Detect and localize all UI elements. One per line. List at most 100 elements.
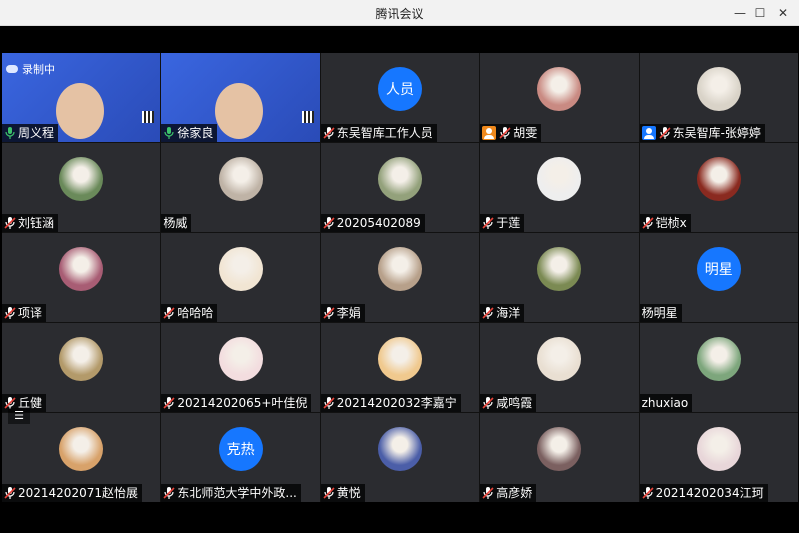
participant-tile[interactable]: 胡雯 [480, 53, 639, 142]
mic-muted-icon [482, 397, 494, 409]
participant-tile[interactable]: 于莲 [480, 143, 639, 232]
participant-tile[interactable]: 铠桢x [639, 143, 798, 232]
avatar [537, 336, 582, 381]
participant-name: 杨威 [163, 216, 188, 230]
participant-tile[interactable]: 20214202032李嘉宁 [320, 323, 480, 412]
mic-muted-icon [482, 487, 494, 499]
participant-tile[interactable]: 咸鸣霞 [480, 323, 639, 412]
participant-name-label: 杨明星 [639, 304, 682, 322]
avatar [696, 336, 741, 381]
mic-muted-icon [163, 487, 175, 499]
participant-tile[interactable]: 项译 [2, 233, 161, 322]
participant-name-label: 高彦娇 [480, 484, 537, 502]
participant-tile[interactable]: 高彦娇 [480, 413, 639, 502]
participant-name: 杨明星 [641, 306, 678, 320]
avatar [377, 426, 422, 471]
participant-tile[interactable]: 东吴智库-张婷婷 [639, 53, 798, 142]
mic-muted-icon [323, 127, 335, 139]
avatar [696, 426, 741, 471]
host-icon [482, 126, 497, 140]
participant-name-label: 于莲 [480, 214, 525, 232]
participant-tile[interactable]: 克热 东北师范大学中外政... [161, 413, 320, 502]
mic-muted-icon [4, 307, 16, 319]
mic-muted-icon [642, 487, 654, 499]
participant-name: 海洋 [496, 306, 521, 320]
participant-tile[interactable]: 人员东吴智库工作人员 [320, 53, 480, 142]
avatar [537, 426, 582, 471]
participant-name-label: zhuxiao [639, 394, 693, 412]
participant-grid: 录制中 周义程 徐家良 人员 东吴智库工作人员 胡雯 东吴智库-张婷婷 刘钰涵 杨威 202054… [2, 53, 798, 502]
participant-tile[interactable]: 20214202065+叶佳倪 [161, 323, 320, 412]
participant-name: zhuxiao [641, 396, 689, 410]
participant-name: 项译 [18, 306, 43, 320]
participant-name-label: 咸鸣霞 [480, 394, 537, 412]
participant-name: 东北师范大学中外政... [177, 486, 297, 500]
mic-muted-icon [482, 307, 494, 319]
mic-muted-icon [323, 217, 335, 229]
participant-name-label: 杨威 [161, 214, 192, 232]
participant-tile[interactable]: 黄悦 [320, 413, 480, 502]
participant-name: 徐家良 [177, 126, 214, 140]
participant-name: 李娟 [336, 306, 361, 320]
mic-muted-icon [4, 487, 16, 499]
participant-name-label: 20205402089 [320, 214, 425, 232]
close-button[interactable]: ✕ [768, 0, 798, 26]
participant-name-label: 胡雯 [480, 124, 542, 142]
participant-tile[interactable]: 明星杨明星 [639, 233, 798, 322]
mic-on-icon [164, 127, 174, 139]
mic-muted-icon [642, 217, 654, 229]
qr-code-icon [301, 111, 314, 123]
participant-name-label: 东北师范大学中外政... [161, 484, 301, 502]
participant-tile[interactable]: 丘健 [2, 323, 161, 412]
avatar: 人员 [377, 66, 422, 111]
avatar [59, 426, 104, 471]
participant-name: 咸鸣霞 [496, 396, 533, 410]
recording-badge: 录制中 [6, 61, 55, 77]
participant-name-label: 哈哈哈 [161, 304, 218, 322]
participant-tile[interactable]: 20205402089 [320, 143, 480, 232]
participant-name-label: 刘钰涵 [2, 214, 59, 232]
avatar [537, 66, 582, 111]
participant-tile[interactable]: 刘钰涵 [2, 143, 161, 232]
participant-name: 刘钰涵 [18, 216, 55, 230]
mic-muted-icon [163, 307, 175, 319]
toolbar-toggle-icon[interactable]: ☰ [8, 408, 30, 424]
mic-muted-icon [659, 127, 671, 139]
participant-name: 铠桢x [655, 216, 687, 230]
participant-name-label: 东吴智库工作人员 [320, 124, 437, 142]
recording-label: 录制中 [22, 63, 55, 76]
participant-tile[interactable]: 哈哈哈 [161, 233, 320, 322]
cohost-icon [641, 126, 656, 140]
participant-name: 哈哈哈 [177, 306, 214, 320]
participant-tile[interactable]: zhuxiao [639, 323, 798, 412]
participant-name-label: 20214202065+叶佳倪 [161, 394, 312, 412]
participant-tile[interactable]: 李娟 [320, 233, 480, 322]
participant-tile[interactable]: 杨威 [161, 143, 320, 232]
avatar [59, 246, 104, 291]
participant-name-label: 海洋 [480, 304, 525, 322]
avatar [59, 336, 104, 381]
avatar [218, 246, 263, 291]
participant-tile[interactable]: 海洋 [480, 233, 639, 322]
mic-muted-icon [4, 217, 16, 229]
participant-name: 东吴智库-张婷婷 [672, 126, 761, 140]
participant-name: 20214202032李嘉宁 [336, 396, 457, 410]
avatar [218, 156, 263, 201]
participant-tile[interactable]: 录制中 周义程 [2, 53, 161, 142]
cloud-icon [6, 65, 18, 73]
participant-tile[interactable]: 20214202071赵怡展 [2, 413, 161, 502]
participant-name: 高彦娇 [496, 486, 533, 500]
participant-name: 20214202034江珂 [655, 486, 764, 500]
participant-tile[interactable]: 20214202034江珂 [639, 413, 798, 502]
avatar [218, 336, 263, 381]
participant-tile[interactable]: 徐家良 [161, 53, 320, 142]
mic-muted-icon [163, 397, 175, 409]
participant-name-label: 项译 [2, 304, 47, 322]
avatar: 明星 [696, 246, 741, 291]
participant-name: 20214202065+叶佳倪 [177, 396, 308, 410]
mic-muted-icon [499, 127, 511, 139]
mic-on-icon [5, 127, 15, 139]
avatar [537, 246, 582, 291]
participant-name: 黄悦 [336, 486, 361, 500]
participant-name-label: 东吴智库-张婷婷 [639, 124, 765, 142]
